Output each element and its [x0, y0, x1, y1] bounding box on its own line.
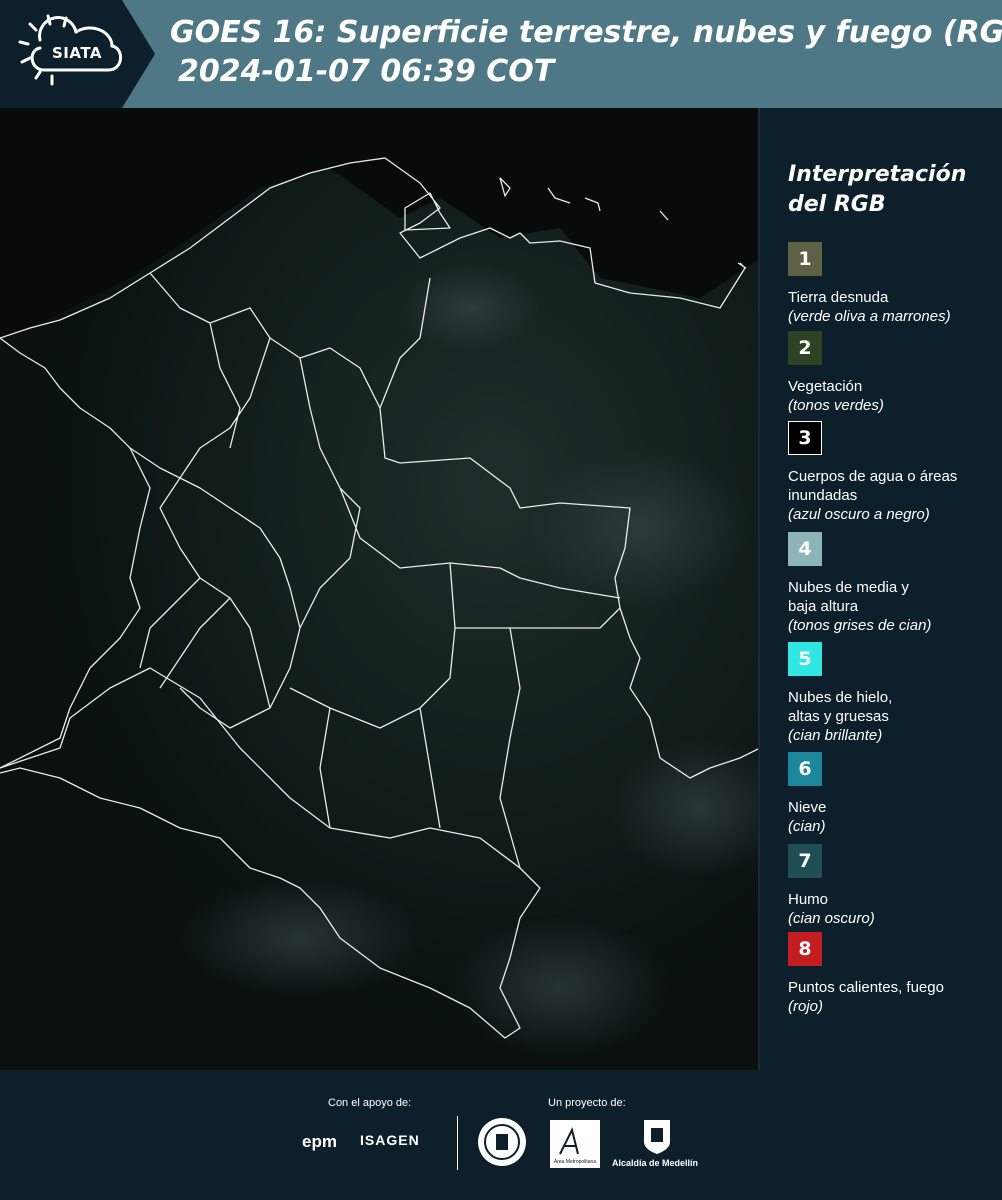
alcaldia-shield-icon	[644, 1120, 670, 1154]
legend-note: (rojo)	[788, 998, 824, 1015]
legend-item-8: 8 Puntos calientes, fuego (rojo)	[788, 932, 998, 1016]
footer: Con el apoyo de: Un proyecto de: epm ISA…	[0, 1070, 1002, 1200]
legend-title: Interpretación del RGB	[788, 162, 967, 217]
satellite-map	[0, 108, 760, 1070]
legend-item-5: 5 Nubes de hielo, altas y gruesas (cian …	[788, 642, 998, 745]
legend-note: (tonos grises de cian)	[788, 617, 932, 634]
timestamp: 2024-01-07 06:39 COT	[178, 54, 555, 89]
epm-logo: epm	[302, 1132, 337, 1151]
legend-note: (verde oliva a marrones)	[788, 308, 951, 325]
logo-text: SIATA	[52, 44, 103, 62]
siata-logo: SIATA	[0, 0, 155, 108]
legend-label: Cuerpos de agua o áreas inundadas	[788, 468, 958, 504]
legend-note: (tonos verdes)	[788, 397, 884, 414]
legend-swatch: 7	[788, 844, 822, 878]
legend-swatch: 1	[788, 242, 822, 276]
legend-label: Nieve	[788, 799, 827, 816]
header-bar: SIATA GOES 16: Superficie terrestre, nub…	[0, 0, 1002, 108]
legend-swatch: 6	[788, 752, 822, 786]
area-metropolitana-logo: Área Metropolitana	[550, 1120, 600, 1168]
legend-item-6: 6 Nieve (cian)	[788, 752, 998, 836]
legend-item-3: 3 Cuerpos de agua o áreas inundadas (azu…	[788, 421, 998, 524]
legend-panel: Interpretación del RGB 1 Tierra desnuda …	[760, 108, 1002, 1070]
seal-icon	[478, 1118, 526, 1166]
alcaldia-label: Alcaldía de Medellín	[612, 1158, 699, 1168]
cloud-patch	[530, 448, 750, 608]
legend-note: (cian brillante)	[788, 727, 883, 744]
legend-label: Tierra desnuda	[788, 289, 889, 306]
legend-note: (azul oscuro a negro)	[788, 506, 930, 523]
legend-swatch: 8	[788, 932, 822, 966]
cloud-patch	[180, 878, 420, 998]
legend-item-4: 4 Nubes de media y baja altura (tonos gr…	[788, 532, 998, 635]
project-label: Un proyecto de:	[548, 1097, 626, 1109]
legend-swatch: 5	[788, 642, 822, 676]
footer-divider	[457, 1116, 458, 1170]
partner-logo-text: Área Metropolitana	[554, 1158, 596, 1165]
legend-item-2: 2 Vegetación (tonos verdes)	[788, 331, 998, 415]
legend-item-7: 7 Humo (cian oscuro)	[788, 844, 998, 928]
legend-note: (cian oscuro)	[788, 910, 875, 927]
legend-label: Puntos calientes, fuego	[788, 979, 944, 996]
support-label: Con el apoyo de:	[328, 1097, 412, 1109]
legend-swatch: 4	[788, 532, 822, 566]
legend-label: Nubes de media y baja altura	[788, 579, 909, 615]
legend-swatch: 2	[788, 331, 822, 365]
legend-item-1: 1 Tierra desnuda (verde oliva a marrones…	[788, 242, 998, 326]
page-title: GOES 16: Superficie terrestre, nubes y f…	[170, 15, 1002, 50]
legend-label: Humo	[788, 891, 829, 908]
legend-label: Nubes de hielo, altas y gruesas	[788, 689, 893, 725]
legend-note: (cian)	[788, 818, 826, 835]
isagen-logo: ISAGEN	[360, 1132, 420, 1148]
legend-swatch: 3	[788, 421, 822, 455]
cloud-patch	[450, 918, 670, 1058]
legend-label: Vegetación	[788, 378, 863, 395]
map-image	[0, 108, 758, 1070]
cloud-patch	[400, 263, 540, 353]
